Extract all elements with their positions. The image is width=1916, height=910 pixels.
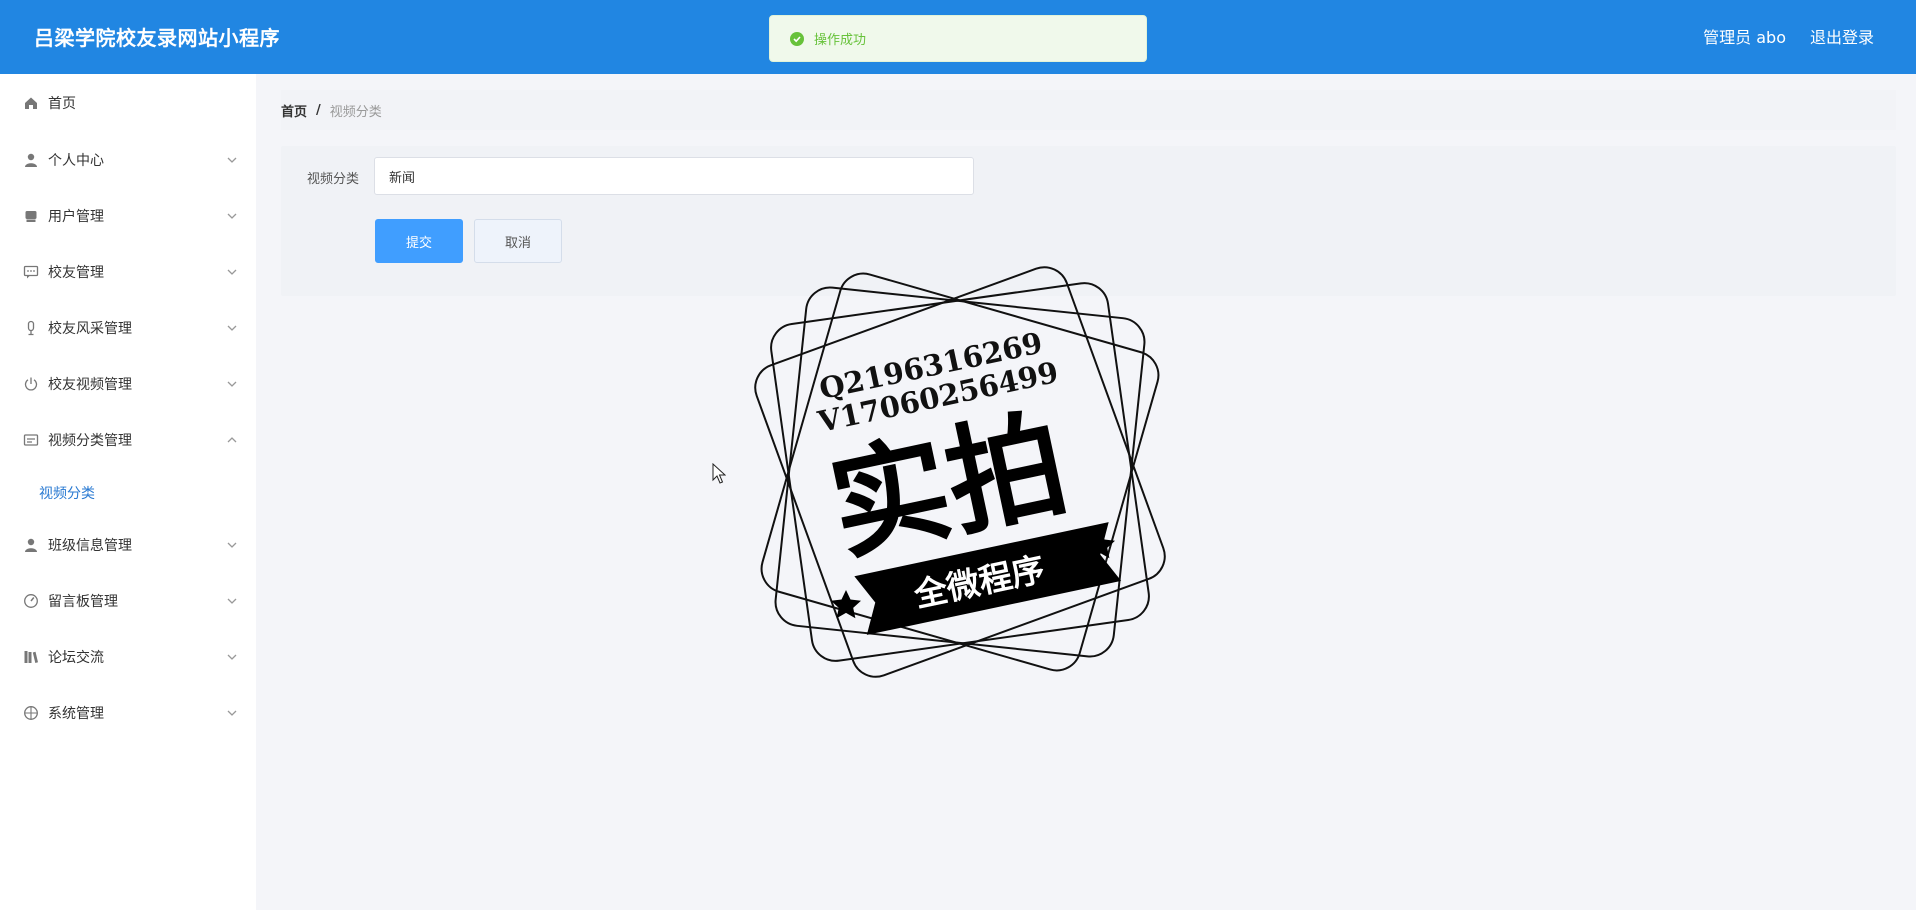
- sidebar-item-alumni-video-management[interactable]: 校友视频管理: [0, 364, 256, 404]
- watermark-stamp: Q2196316269 V17060256499 实拍 全微程序: [754, 266, 1166, 678]
- books-icon: [24, 651, 38, 663]
- success-toast: 操作成功: [769, 15, 1147, 62]
- power-icon: [24, 377, 38, 391]
- chevron-down-icon: [227, 381, 237, 387]
- sidebar-item-personal-center[interactable]: 个人中心: [0, 140, 256, 180]
- mic-icon: [27, 320, 35, 336]
- sidebar-item-video-category-management[interactable]: 视频分类管理: [0, 420, 256, 460]
- category-field-label: 视频分类: [307, 172, 360, 187]
- header-user-area: 管理员 abo 退出登录: [1703, 24, 1874, 48]
- toast-message: 操作成功: [814, 33, 867, 48]
- admin-user-label[interactable]: 管理员 abo: [1703, 24, 1786, 48]
- person-icon: [25, 153, 37, 167]
- sidebar-item-label: 系统管理: [48, 706, 104, 722]
- sidebar-item-forum[interactable]: 论坛交流: [0, 637, 256, 677]
- chevron-down-icon: [227, 654, 237, 660]
- compass-icon: [24, 706, 38, 720]
- breadcrumb: 首页 / 视频分类: [281, 90, 1896, 130]
- card-icon: [23, 434, 39, 446]
- home-icon: [25, 97, 37, 109]
- chevron-down-icon: [227, 325, 237, 331]
- sidebar-item-message-board-management[interactable]: 留言板管理: [0, 581, 256, 621]
- sidebar-item-class-info-management[interactable]: 班级信息管理: [0, 525, 256, 565]
- sidebar-item-label: 论坛交流: [48, 650, 104, 666]
- app-title: 吕梁学院校友录网站小程序: [34, 26, 280, 50]
- sidebar-item-user-management[interactable]: 用户管理: [0, 196, 256, 236]
- sidebar-item-label: 用户管理: [48, 209, 104, 225]
- mouse-cursor-icon: [712, 463, 726, 484]
- sidebar-item-home[interactable]: 首页: [0, 83, 256, 123]
- sidebar-subitem-video-category[interactable]: 视频分类: [39, 483, 95, 503]
- chevron-down-icon: [227, 213, 237, 219]
- chevron-up-icon: [227, 437, 237, 443]
- user-icon: [25, 538, 37, 552]
- chevron-down-icon: [227, 269, 237, 275]
- check-circle-icon: [790, 31, 804, 46]
- cancel-button[interactable]: 取消: [474, 219, 562, 263]
- sidebar-item-alumni-style-management[interactable]: 校友风采管理: [0, 308, 256, 348]
- sidebar-item-label: 首页: [48, 96, 76, 112]
- sidebar-item-label: 校友管理: [48, 265, 104, 281]
- chevron-down-icon: [227, 157, 237, 163]
- breadcrumb-current: 视频分类: [329, 104, 382, 120]
- sidebar: 首页 个人中心 用户管理 校友管理 校友风采管理 校友视频管理 视频分类管理 视…: [0, 74, 256, 910]
- chevron-down-icon: [227, 598, 237, 604]
- sidebar-item-label: 校友风采管理: [48, 321, 132, 337]
- sidebar-item-label: 留言板管理: [48, 594, 118, 610]
- sidebar-item-label: 校友视频管理: [48, 377, 132, 393]
- sidebar-item-label: 个人中心: [48, 153, 104, 169]
- chevron-down-icon: [227, 710, 237, 716]
- chat-icon: [23, 265, 39, 279]
- sidebar-item-label: 视频分类管理: [48, 433, 132, 449]
- category-input[interactable]: [374, 157, 974, 195]
- chevron-down-icon: [227, 542, 237, 548]
- logout-link[interactable]: 退出登录: [1810, 24, 1874, 48]
- sidebar-item-alumni-management[interactable]: 校友管理: [0, 252, 256, 292]
- sidebar-item-label: 班级信息管理: [48, 538, 132, 554]
- user-manage-icon: [25, 211, 37, 222]
- breadcrumb-home[interactable]: 首页: [281, 101, 307, 120]
- submit-button[interactable]: 提交: [375, 219, 463, 263]
- gauge-icon: [24, 594, 38, 608]
- breadcrumb-separator: /: [316, 102, 321, 118]
- sidebar-item-system-management[interactable]: 系统管理: [0, 693, 256, 733]
